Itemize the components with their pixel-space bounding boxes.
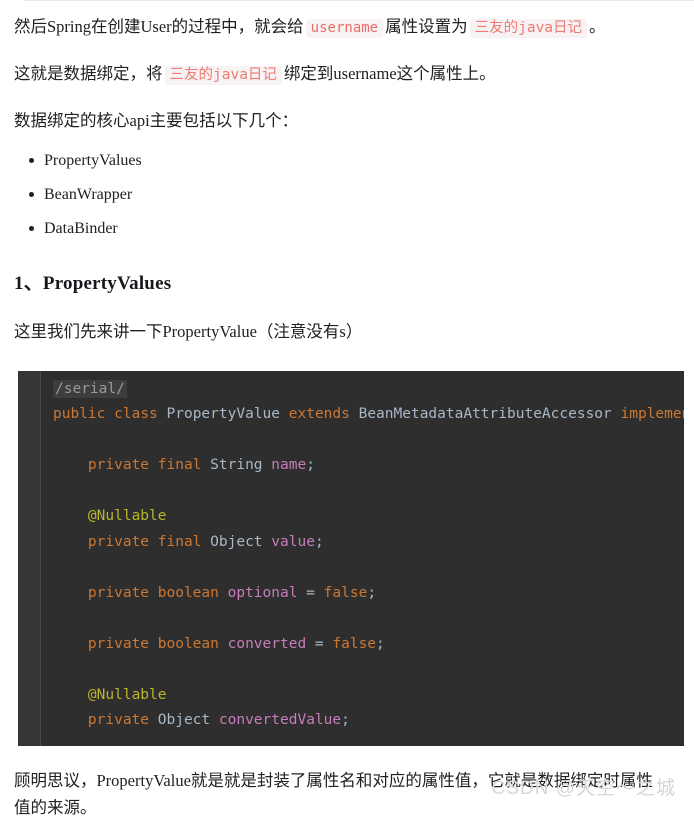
list-item: BeanWrapper: [29, 183, 680, 207]
code-token: boolean: [157, 635, 219, 652]
code-token: convertedValue: [218, 712, 342, 729]
article-body: 然后Spring在创建User的过程中，就会给 username 属性设置为 三友的j…: [0, 0, 694, 821]
inline-code-value: 三友的java日记: [469, 19, 588, 38]
paragraph-propertyvalue-note: 这里我们先来讲一下PropertyValue（注意没有s）: [14, 322, 363, 342]
code-token: ;: [306, 457, 315, 474]
code-token: BeanMetadataAttributeAccessor: [358, 406, 612, 423]
code-token: Object: [157, 712, 211, 729]
code-token: String: [210, 457, 263, 474]
code-token: false: [323, 584, 368, 601]
code-line: private final Object value;: [53, 534, 324, 550]
code-token: PropertyValue: [166, 406, 281, 423]
code-line: public class PropertyValue extends BeanM…: [53, 406, 684, 422]
code-token: private: [87, 584, 150, 601]
code-line: @Nullable: [53, 687, 167, 703]
code-token: public: [53, 406, 106, 423]
paragraph-text-segment: 然后Spring在创建User的过程中，就会给: [14, 17, 304, 36]
code-line: private boolean optional = false;: [53, 585, 376, 601]
code-token: @Nullable: [87, 686, 167, 703]
paragraph-text-segment: 。: [589, 17, 606, 36]
code-token: boolean: [157, 584, 219, 601]
code-token: ;: [367, 584, 377, 601]
code-line: @Nullable: [53, 508, 167, 524]
code-token: private: [87, 712, 150, 729]
code-token: false: [332, 635, 377, 652]
paragraph-databinding-definition: 这就是数据绑定，将 三友的java日记 绑定到username这个属性上。: [14, 41, 680, 88]
paragraph-binding-intro: 然后Spring在创建User的过程中，就会给 username 属性设置为 三友的j…: [14, 0, 680, 41]
code-token: private: [87, 635, 150, 652]
list-item: DataBinder: [29, 217, 680, 241]
api-list: PropertyValues BeanWrapper DataBinder: [14, 149, 680, 241]
code-token: value: [271, 533, 315, 550]
code-token: final: [157, 533, 202, 550]
code-token: extends: [288, 406, 350, 423]
top-divider: [24, 0, 694, 1]
code-block-propertyvalue: /serial/ public class PropertyValue exte…: [18, 370, 684, 746]
paragraph-text-segment: 属性设置为: [385, 17, 468, 36]
list-item: PropertyValues: [29, 149, 680, 173]
code-line: /serial/: [53, 379, 127, 398]
code-line: private Object convertedValue;: [53, 712, 350, 728]
code-token: final: [157, 457, 202, 474]
code-token: ;: [376, 635, 385, 652]
section-heading-propertyvalues: 1、PropertyValues: [14, 273, 172, 295]
code-line: private final String name;: [53, 457, 315, 473]
code-token: Object: [210, 533, 263, 550]
code-token: ;: [314, 533, 324, 550]
code-token: =: [314, 635, 324, 652]
code-token: optional: [227, 584, 298, 601]
code-content: /serial/ public class PropertyValue exte…: [41, 371, 684, 734]
code-token: private: [87, 457, 150, 474]
code-token: class: [114, 406, 158, 423]
code-token: ;: [341, 712, 350, 729]
code-token: implements: [620, 406, 685, 423]
inline-code-value-2: 三友的java日记: [164, 65, 282, 85]
code-scroll-area[interactable]: /serial/ public class PropertyValue exte…: [41, 371, 684, 746]
paragraph-text-segment: 绑定到username这个属性上。: [283, 63, 496, 83]
inline-code-username: username: [305, 19, 384, 38]
paragraph-text-segment: 这就是数据绑定，将: [14, 63, 163, 83]
code-token: /serial/: [53, 379, 127, 398]
code-token: private: [87, 533, 150, 550]
code-token: name: [271, 457, 307, 474]
csdn-watermark: CSDN @天空～之城: [491, 778, 676, 799]
code-token: @Nullable: [87, 508, 167, 525]
code-line: private boolean converted = false;: [53, 636, 385, 652]
code-token: =: [306, 584, 315, 601]
paragraph-core-api-intro: 数据绑定的核心api主要包括以下几个：: [14, 111, 299, 131]
code-gutter: [18, 370, 41, 746]
code-token: converted: [227, 635, 307, 652]
